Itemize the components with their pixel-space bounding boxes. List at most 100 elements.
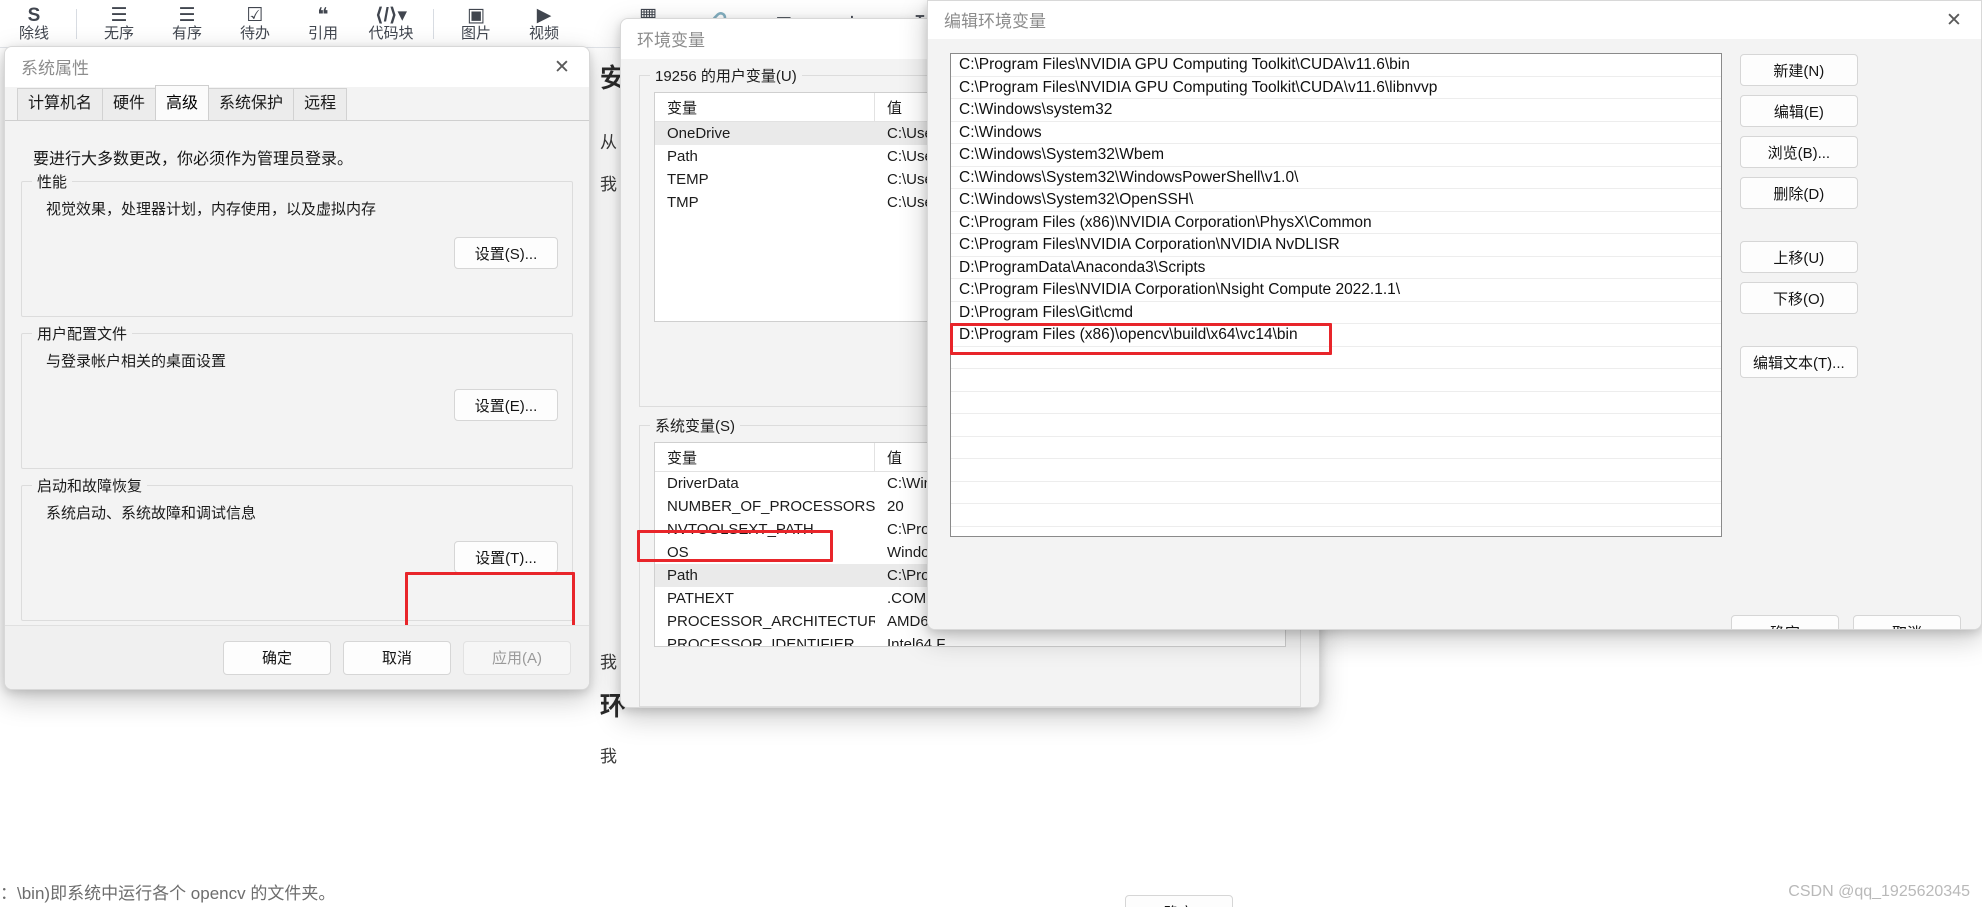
- edit-env-cancel-button[interactable]: 取消: [1853, 615, 1961, 629]
- startup-recovery-settings-button[interactable]: 设置(T)...: [454, 541, 558, 573]
- toolbar-todo-list[interactable]: ☑ 待办: [221, 0, 289, 48]
- list-item[interactable]: [951, 482, 1721, 504]
- toolbar-label: 除线: [18, 24, 49, 42]
- toolbar-ordered-list[interactable]: ☰ 有序: [153, 0, 221, 48]
- list-item[interactable]: C:\Program Files\NVIDIA Corporation\NVID…: [951, 234, 1721, 257]
- list-item[interactable]: [951, 437, 1721, 459]
- list-item-opencv-path[interactable]: D:\Program Files (x86)\opencv\build\x64\…: [951, 324, 1721, 347]
- cancel-button[interactable]: 取消: [343, 640, 451, 675]
- user-variable-name: Path: [667, 148, 698, 165]
- system-variable-value: Intel64 F: [887, 636, 946, 647]
- toolbar-label: 无序: [103, 24, 134, 42]
- system-properties-footer: 确定 取消 应用(A): [5, 625, 589, 689]
- edit-env-title: 编辑环境变量: [944, 12, 1046, 31]
- user-profiles-group: 用户配置文件 与登录帐户相关的桌面设置 设置(E)...: [21, 323, 573, 469]
- list-item[interactable]: C:\Program Files\NVIDIA GPU Computing To…: [951, 54, 1721, 77]
- edit-env-ok-button[interactable]: 确定: [1731, 615, 1839, 629]
- list-item[interactable]: [951, 369, 1721, 392]
- bg-doc-line-3: 我: [600, 175, 617, 194]
- toolbar-quote[interactable]: ❝ 引用: [289, 0, 357, 48]
- list-item[interactable]: [951, 414, 1721, 437]
- system-variable-name: PROCESSOR_ARCHITECTURE: [667, 613, 875, 630]
- browse-path-button[interactable]: 浏览(B)...: [1740, 136, 1858, 168]
- button-gap: [1740, 323, 1858, 337]
- video-icon: ▶: [536, 4, 552, 26]
- toolbar-image[interactable]: ▣ 图片: [442, 0, 510, 48]
- strikethrough-icon: S: [27, 4, 41, 26]
- list-item[interactable]: D:\Program Files\Git\cmd: [951, 302, 1721, 324]
- system-variable-name: PROCESSOR_IDENTIFIER: [667, 636, 855, 647]
- list-item[interactable]: D:\ProgramData\Anaconda3\Scripts: [951, 257, 1721, 279]
- bg-doc-line-4: 我: [600, 653, 617, 672]
- tab-advanced[interactable]: 高级: [155, 85, 210, 120]
- column-header-variable: 变量: [655, 93, 875, 121]
- system-variables-legend: 系统变量(S): [650, 415, 740, 436]
- button-gap: [1740, 218, 1858, 232]
- list-item[interactable]: C:\Windows\System32\WindowsPowerShell\v1…: [951, 167, 1721, 189]
- list-item[interactable]: [951, 504, 1721, 527]
- list-item[interactable]: [951, 459, 1721, 482]
- screen: S 除线 ☰ 无序 ☰ 有序 ☑ 待办 ❝ 引用 ⟨/⟩▾ 代码块 ▣ 图片 ▶…: [0, 0, 1982, 907]
- tab-remote[interactable]: 远程: [293, 88, 348, 120]
- image-icon: ▣: [467, 4, 485, 26]
- system-properties-title: 系统属性: [21, 59, 89, 78]
- list-item[interactable]: C:\Windows: [951, 122, 1721, 144]
- list-item[interactable]: [951, 347, 1721, 369]
- list-item[interactable]: C:\Program Files\NVIDIA GPU Computing To…: [951, 77, 1721, 99]
- toolbar-strikethrough[interactable]: S 除线: [0, 0, 68, 48]
- performance-group: 性能 视觉效果，处理器计划，内存使用，以及虚拟内存 设置(S)...: [21, 171, 573, 317]
- system-variable-name: NUMBER_OF_PROCESSORS: [667, 498, 875, 515]
- tab-hardware[interactable]: 硬件: [102, 88, 157, 120]
- bg-doc-line-6: 我: [600, 747, 617, 766]
- toolbar-label: 图片: [460, 24, 491, 42]
- edit-env-footer: 确定 取消: [1731, 615, 1961, 629]
- ordered-list-icon: ☰: [178, 4, 196, 26]
- user-variable-name: TMP: [667, 194, 699, 211]
- toolbar-divider: [76, 8, 77, 39]
- system-properties-body: 要进行大多数更改，你必须作为管理员登录。 性能 视觉效果，处理器计划，内存使用，…: [5, 121, 589, 675]
- bg-doc-line-2: 从: [600, 133, 617, 152]
- list-item[interactable]: C:\Program Files\NVIDIA Corporation\Nsig…: [951, 279, 1721, 302]
- performance-button-row: 设置(S)...: [36, 237, 558, 269]
- new-path-button[interactable]: 新建(N): [1740, 54, 1858, 86]
- close-icon[interactable]: ✕: [1931, 1, 1977, 39]
- close-icon[interactable]: ✕: [539, 48, 585, 86]
- system-properties-dialog: 系统属性 ✕ 计算机名 硬件 高级 系统保护 远程 要进行大多数更改，你必须作为…: [4, 46, 590, 690]
- toolbar-divider: [433, 8, 434, 39]
- move-down-button[interactable]: 下移(O): [1740, 282, 1858, 314]
- tab-system-protection[interactable]: 系统保护: [208, 88, 295, 120]
- list-item[interactable]: [951, 392, 1721, 414]
- list-item[interactable]: C:\Windows\System32\Wbem: [951, 144, 1721, 167]
- environment-variables-bottom-ok-button[interactable]: 确定: [1125, 895, 1233, 907]
- edit-path-button[interactable]: 编辑(E): [1740, 95, 1858, 127]
- edit-text-button[interactable]: 编辑文本(T)...: [1740, 346, 1858, 378]
- list-item[interactable]: C:\Windows\system32: [951, 99, 1721, 122]
- system-variable-name: NVTOOLSEXT_PATH: [667, 521, 814, 538]
- toolbar-label: 待办: [239, 24, 270, 42]
- delete-path-button[interactable]: 删除(D): [1740, 177, 1858, 209]
- performance-legend: 性能: [32, 171, 73, 192]
- user-variables-legend: 19256 的用户变量(U): [650, 65, 802, 86]
- code-block-icon: ⟨/⟩▾: [374, 4, 408, 26]
- startup-recovery-group: 启动和故障恢复 系统启动、系统故障和调试信息 设置(T)...: [21, 475, 573, 621]
- toolbar-code-block[interactable]: ⟨/⟩▾ 代码块: [357, 0, 425, 48]
- toolbar-label: 有序: [171, 24, 202, 42]
- admin-note: 要进行大多数更改，你必须作为管理员登录。: [33, 151, 354, 168]
- apply-button[interactable]: 应用(A): [463, 640, 571, 675]
- system-variable-name: Path: [667, 567, 698, 584]
- table-row[interactable]: PROCESSOR_IDENTIFIER Intel64 F: [655, 633, 1285, 647]
- ok-button[interactable]: 确定: [223, 640, 331, 675]
- path-entries-list[interactable]: C:\Program Files\NVIDIA GPU Computing To…: [950, 53, 1722, 537]
- list-item[interactable]: C:\Windows\System32\OpenSSH\: [951, 189, 1721, 212]
- edit-env-main: C:\Program Files\NVIDIA GPU Computing To…: [950, 53, 1961, 537]
- performance-settings-button[interactable]: 设置(S)...: [454, 237, 558, 269]
- edit-env-body: C:\Program Files\NVIDIA GPU Computing To…: [928, 39, 1981, 629]
- toolbar-unordered-list[interactable]: ☰ 无序: [85, 0, 153, 48]
- user-profiles-legend: 用户配置文件: [32, 323, 133, 344]
- move-up-button[interactable]: 上移(U): [1740, 241, 1858, 273]
- toolbar-video[interactable]: ▶ 视频: [510, 0, 578, 48]
- user-profiles-settings-button[interactable]: 设置(E)...: [454, 389, 558, 421]
- toolbar-label: 视频: [528, 24, 559, 42]
- tab-computer-name[interactable]: 计算机名: [17, 88, 104, 120]
- list-item[interactable]: C:\Program Files (x86)\NVIDIA Corporatio…: [951, 212, 1721, 234]
